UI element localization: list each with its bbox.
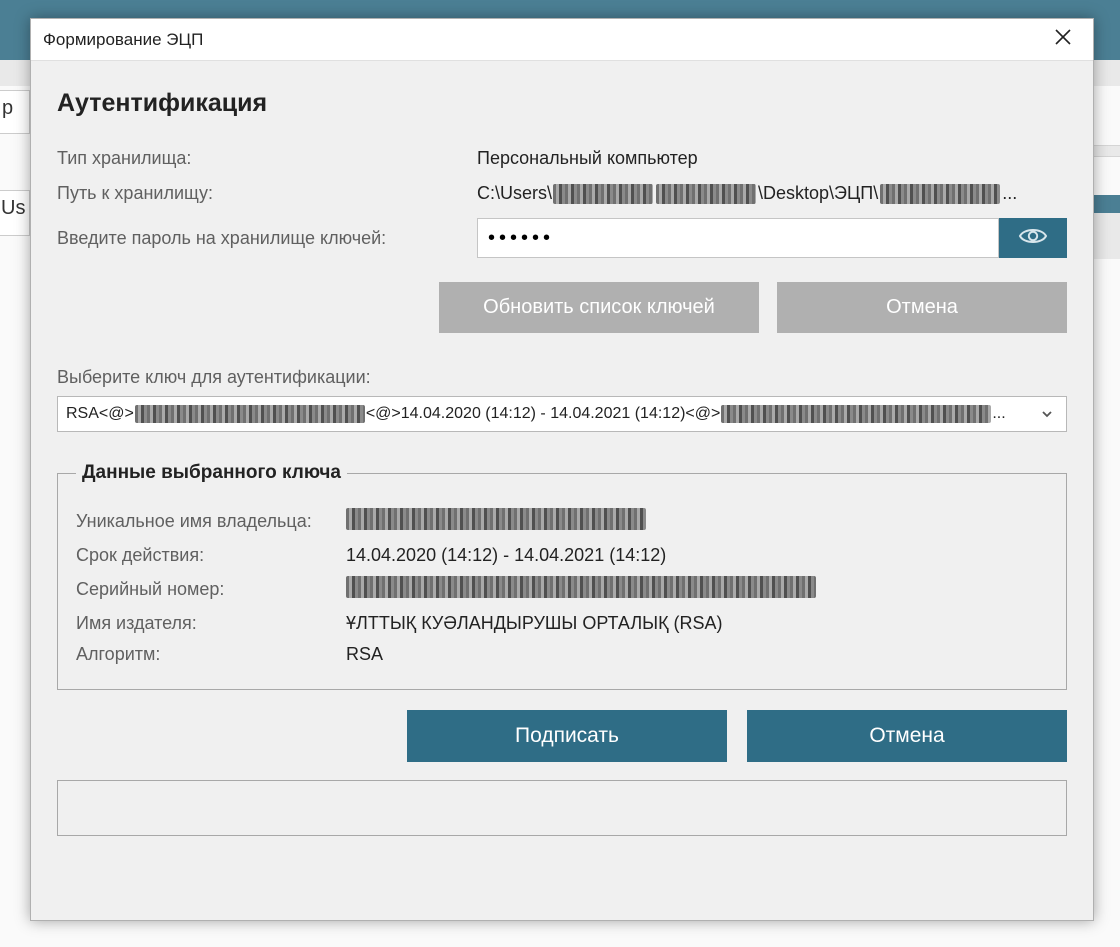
storage-path-trail: ... (1002, 183, 1017, 204)
redacted-block (346, 508, 646, 530)
storage-path-value: C:\Users\ \Desktop\ЭЦП\ ... (477, 183, 1067, 204)
owner-label: Уникальное имя владельца: (76, 511, 346, 532)
dialog-body: Аутентификация Тип хранилища: Персональн… (31, 61, 1093, 920)
redacted-block (553, 184, 653, 204)
key-select[interactable]: RSA<@> <@>14.04.2020 (14:12) - 14.04.202… (57, 396, 1067, 432)
status-box (57, 780, 1067, 836)
algorithm-row: Алгоритм: RSA (76, 644, 1048, 665)
background-partial-input-2: Us (0, 190, 30, 236)
owner-value (346, 508, 1048, 535)
eye-icon (1018, 225, 1048, 252)
cancel-upper-button[interactable]: Отмена (777, 282, 1067, 333)
algorithm-label: Алгоритм: (76, 644, 346, 665)
password-label: Введите пароль на хранилище ключей: (57, 228, 477, 249)
key-select-trail: ... (992, 405, 1005, 423)
issuer-label: Имя издателя: (76, 613, 346, 634)
password-input[interactable] (477, 218, 999, 258)
storage-type-value: Персональный компьютер (477, 148, 1067, 169)
storage-path-row: Путь к хранилищу: C:\Users\ \Desktop\ЭЦП… (57, 183, 1067, 204)
storage-type-row: Тип хранилища: Персональный компьютер (57, 148, 1067, 169)
dialog-titlebar: Формирование ЭЦП (31, 19, 1093, 61)
validity-label: Срок действия: (76, 545, 346, 566)
redacted-block (721, 405, 991, 423)
auth-heading: Аутентификация (57, 89, 1067, 118)
key-select-seg-1: RSA<@> (66, 405, 134, 423)
keylist-button-row: Обновить список ключей Отмена (57, 282, 1067, 333)
redacted-block (656, 184, 756, 204)
storage-type-label: Тип хранилища: (57, 148, 477, 169)
select-key-label: Выберите ключ для аутентификации: (57, 367, 1067, 388)
storage-path-seg-2: \Desktop\ЭЦП\ (758, 183, 878, 204)
chevron-down-icon (1036, 403, 1058, 425)
refresh-keys-button[interactable]: Обновить список ключей (439, 282, 759, 333)
redacted-block (346, 576, 816, 598)
action-button-row: Подписать Отмена (57, 710, 1067, 762)
key-data-legend: Данные выбранного ключа (76, 462, 347, 484)
algorithm-value: RSA (346, 644, 1048, 665)
validity-value: 14.04.2020 (14:12) - 14.04.2021 (14:12) (346, 545, 1048, 566)
toggle-password-button[interactable] (999, 218, 1067, 258)
dialog-title: Формирование ЭЦП (43, 30, 203, 50)
serial-label: Серийный номер: (76, 579, 346, 600)
redacted-block (135, 405, 365, 423)
password-row: Введите пароль на хранилище ключей: (57, 218, 1067, 258)
key-select-seg-2: <@>14.04.2020 (14:12) - 14.04.2021 (14:1… (366, 405, 721, 423)
validity-row: Срок действия: 14.04.2020 (14:12) - 14.0… (76, 545, 1048, 566)
serial-row: Серийный номер: (76, 576, 1048, 603)
storage-path-seg-1: C:\Users\ (477, 183, 552, 204)
background-partial-input-1: р (0, 90, 30, 134)
close-button[interactable] (1041, 21, 1085, 59)
owner-row: Уникальное имя владельца: (76, 508, 1048, 535)
storage-path-label: Путь к хранилищу: (57, 183, 477, 204)
close-icon (1055, 29, 1071, 50)
redacted-block (880, 184, 1000, 204)
issuer-row: Имя издателя: ҰЛТТЫҚ КУӘЛАНДЫРУШЫ ОРТАЛЫ… (76, 613, 1048, 634)
cancel-lower-button[interactable]: Отмена (747, 710, 1067, 762)
eds-dialog: Формирование ЭЦП Аутентификация Тип хран… (30, 18, 1094, 921)
issuer-value: ҰЛТТЫҚ КУӘЛАНДЫРУШЫ ОРТАЛЫҚ (RSA) (346, 613, 1048, 634)
key-data-fieldset: Данные выбранного ключа Уникальное имя в… (57, 462, 1067, 690)
sign-button[interactable]: Подписать (407, 710, 727, 762)
serial-value (346, 576, 1048, 603)
